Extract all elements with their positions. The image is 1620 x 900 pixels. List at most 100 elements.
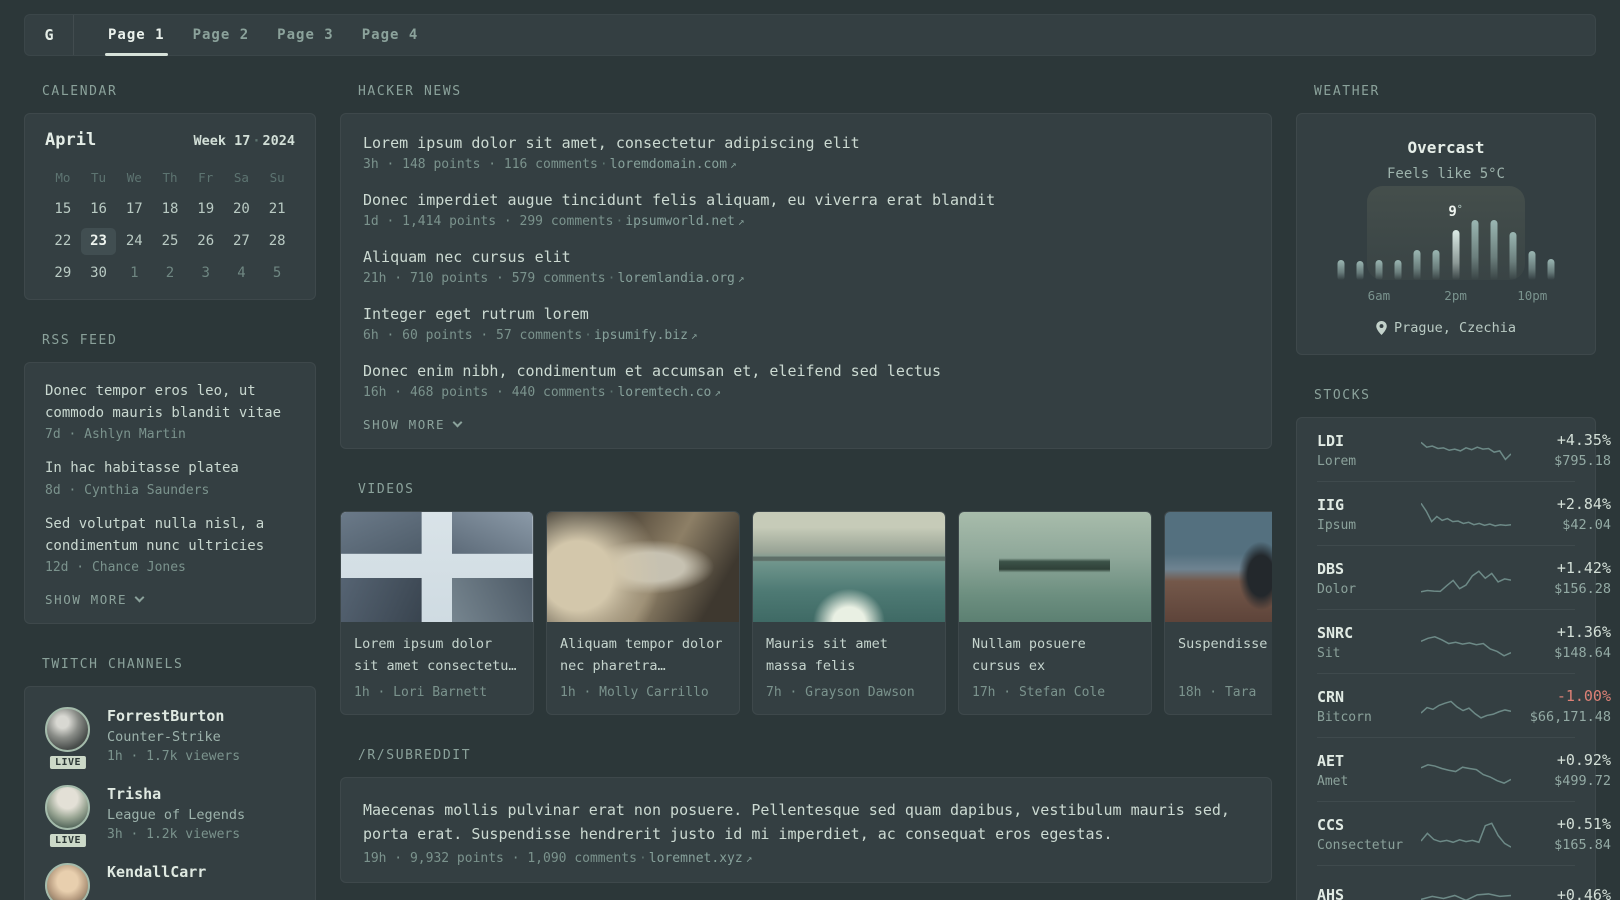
hacker-news-item-title[interactable]: Donec imperdiet augue tincidunt felis al… <box>363 191 1249 209</box>
video-title[interactable]: Mauris sit amet massa felis <box>766 634 932 678</box>
subreddit-post-stats: 19h · 9,932 points · 1,090 comments <box>363 851 637 866</box>
twitch-channel-row[interactable]: KendallCarr <box>45 863 295 900</box>
video-card[interactable]: Nullam posuere cursus ex 17h · Stefan Co… <box>958 511 1152 715</box>
stock-row[interactable]: SNRC Sit +1.36% $148.64 <box>1317 609 1611 673</box>
stock-values: +2.84% $42.04 <box>1511 495 1611 533</box>
video-card[interactable]: Lorem ipsum dolor sit amet consectetu… 1… <box>340 511 534 715</box>
calendar-day: 18 <box>161 201 179 217</box>
stock-price: $499.72 <box>1554 773 1611 789</box>
twitch-channel-category[interactable]: Counter-Strike <box>107 729 240 745</box>
nav-tab[interactable]: Page 3 <box>263 15 348 55</box>
hacker-news-item-domain[interactable]: loremlandia.org <box>617 271 734 286</box>
right-column: WEATHER Overcast Feels like 5°C 9° 6am 2p… <box>1296 84 1611 900</box>
nav-tab[interactable]: Page 4 <box>348 15 433 55</box>
hacker-news-show-more-button[interactable]: SHOW MORE <box>363 417 1249 432</box>
twitch-channel-name[interactable]: ForrestBurton <box>107 707 240 725</box>
rss-item: Sed volutpat nulla nisl, a condimentum n… <box>45 514 295 575</box>
weather-bar <box>1509 232 1517 280</box>
calendar-day: 30 <box>90 265 107 281</box>
hacker-news-item-domain[interactable]: loremtech.co <box>617 385 711 400</box>
weather-current-temp: 9° <box>1448 204 1463 220</box>
twitch-channel-name[interactable]: Trisha <box>107 785 245 803</box>
rss-show-more-button[interactable]: SHOW MORE <box>45 592 295 607</box>
subreddit-section: /R/SUBREDDIT Maecenas mollis pulvinar er… <box>340 748 1272 883</box>
twitch-avatar-wrap: LIVE <box>45 707 91 772</box>
stock-row[interactable]: AET Amet +0.92% $499.72 <box>1317 737 1611 801</box>
weather-time-label: 2pm <box>1444 288 1467 303</box>
calendar-day: 23 <box>80 228 117 255</box>
separator-dot: · <box>584 328 592 343</box>
video-card[interactable]: Suspendisse diam 18h · Tara <box>1164 511 1272 715</box>
twitch-channel-name[interactable]: KendallCarr <box>107 863 206 881</box>
stock-row[interactable]: LDI Lorem +4.35% $795.18 <box>1317 418 1611 481</box>
stock-row[interactable]: IIG Ipsum +2.84% $42.04 <box>1317 481 1611 545</box>
stock-values: +4.35% $795.18 <box>1511 431 1611 469</box>
twitch-channel-row[interactable]: LIVE ForrestBurton Counter-Strike 1h · 1… <box>45 707 295 772</box>
hacker-news-item-domain[interactable]: ipsumify.biz <box>594 328 688 343</box>
calendar-day: 4 <box>237 265 246 281</box>
calendar-week-label: Week 17 <box>193 133 251 149</box>
hacker-news-item-domain[interactable]: loremdomain.com <box>610 157 727 172</box>
hacker-news-section-label: HACKER NEWS <box>358 84 462 99</box>
video-title[interactable]: Nullam posuere cursus ex <box>972 634 1138 678</box>
map-pin-icon <box>1376 321 1387 335</box>
rss-item-title[interactable]: Donec tempor eros leo, ut commodo mauris… <box>45 381 295 424</box>
videos-section-label: VIDEOS <box>358 482 415 497</box>
twitch-channel-row[interactable]: LIVE Trisha League of Legends 3h · 1.2k … <box>45 785 295 850</box>
twitch-channel-category[interactable]: League of Legends <box>107 807 245 823</box>
twitch-avatar-wrap <box>45 863 91 900</box>
rss-item-title[interactable]: In hac habitasse platea <box>45 458 295 480</box>
separator-dot: · <box>607 271 616 286</box>
calendar-day: 19 <box>197 201 215 217</box>
stocks-section: STOCKS LDI Lorem +4.35% $795.18 IIG Ipsu… <box>1296 388 1611 900</box>
weather-time-label: 6am <box>1367 288 1391 303</box>
subreddit-post-title[interactable]: Maecenas mollis pulvinar erat non posuer… <box>363 798 1249 846</box>
video-title[interactable]: Lorem ipsum dolor sit amet consectetu… <box>354 634 520 678</box>
hacker-news-item-title[interactable]: Donec enim nibh, condimentum et accumsan… <box>363 362 1249 380</box>
hacker-news-item-domain[interactable]: ipsumworld.net <box>625 214 735 229</box>
hacker-news-item-stats: 3h · 148 points · 116 comments <box>363 157 598 172</box>
external-link-icon: ↗ <box>730 158 737 171</box>
rss-item-title[interactable]: Sed volutpat nulla nisl, a condimentum n… <box>45 514 295 557</box>
hacker-news-item-title[interactable]: Aliquam nec cursus elit <box>363 248 1249 266</box>
subreddit-post-meta: 19h · 9,932 points · 1,090 comments · lore… <box>363 851 1249 866</box>
video-card[interactable]: Mauris sit amet massa felis 7h · Grayson… <box>752 511 946 715</box>
video-meta: 17h · Stefan Cole <box>972 685 1106 700</box>
hacker-news-section: HACKER NEWS Lorem ipsum dolor sit amet, … <box>340 84 1272 449</box>
video-card-body: Suspendisse diam 18h · Tara <box>1165 622 1272 714</box>
calendar-day: 3 <box>201 265 210 281</box>
calendar-weekday: Sa <box>233 170 249 185</box>
video-title[interactable]: Suspendisse diam <box>1178 634 1272 678</box>
stock-change: +0.51% <box>1556 815 1611 833</box>
rss-section-label: RSS FEED <box>42 333 118 348</box>
hacker-news-item-stats: 6h · 60 points · 57 comments <box>363 328 583 343</box>
calendar-header: April Week 17 · 2024 <box>45 130 295 150</box>
nav-tab[interactable]: Page 1 <box>94 15 179 56</box>
calendar-weekday: Mo <box>55 170 71 185</box>
stock-row[interactable]: CCS Consectetur +0.51% $165.84 <box>1317 801 1611 865</box>
stock-values: +0.92% $499.72 <box>1511 751 1611 789</box>
app-logo[interactable]: G <box>25 15 74 55</box>
stock-row[interactable]: CRN Bitcorn -1.00% $66,171.48 <box>1317 673 1611 737</box>
stock-values: +0.51% $165.84 <box>1511 815 1611 853</box>
subreddit-post-domain[interactable]: loremnet.xyz <box>649 851 743 866</box>
nav-tab[interactable]: Page 2 <box>179 15 264 55</box>
stock-identity: CRN Bitcorn <box>1317 688 1421 725</box>
calendar-day: 16 <box>90 201 107 217</box>
subreddit-section-label: /R/SUBREDDIT <box>358 748 472 763</box>
separator-dot: · <box>638 851 647 866</box>
calendar-week: Week 17 · 2024 <box>193 133 295 149</box>
stock-row[interactable]: DBS Dolor +1.42% $156.28 <box>1317 545 1611 609</box>
video-title[interactable]: Aliquam tempor dolor nec pharetra… <box>560 634 726 678</box>
stock-change: +1.42% <box>1556 559 1611 577</box>
video-card[interactable]: Aliquam tempor dolor nec pharetra… 1h · … <box>546 511 740 715</box>
stock-row[interactable]: AHS +0.46% <box>1317 865 1611 900</box>
hacker-news-item-title[interactable]: Lorem ipsum dolor sit amet, consectetur … <box>363 134 1249 152</box>
stock-change: +4.35% <box>1556 431 1611 449</box>
stock-sparkline <box>1421 432 1511 468</box>
video-meta: 18h · Tara <box>1178 685 1257 700</box>
hacker-news-item-title[interactable]: Integer eget rutrum lorem <box>363 305 1249 323</box>
stock-sparkline <box>1421 560 1511 596</box>
hacker-news-item-stats: 1d · 1,414 points · 299 comments <box>363 214 614 229</box>
hacker-news-item-stats: 21h · 710 points · 579 comments <box>363 271 606 286</box>
